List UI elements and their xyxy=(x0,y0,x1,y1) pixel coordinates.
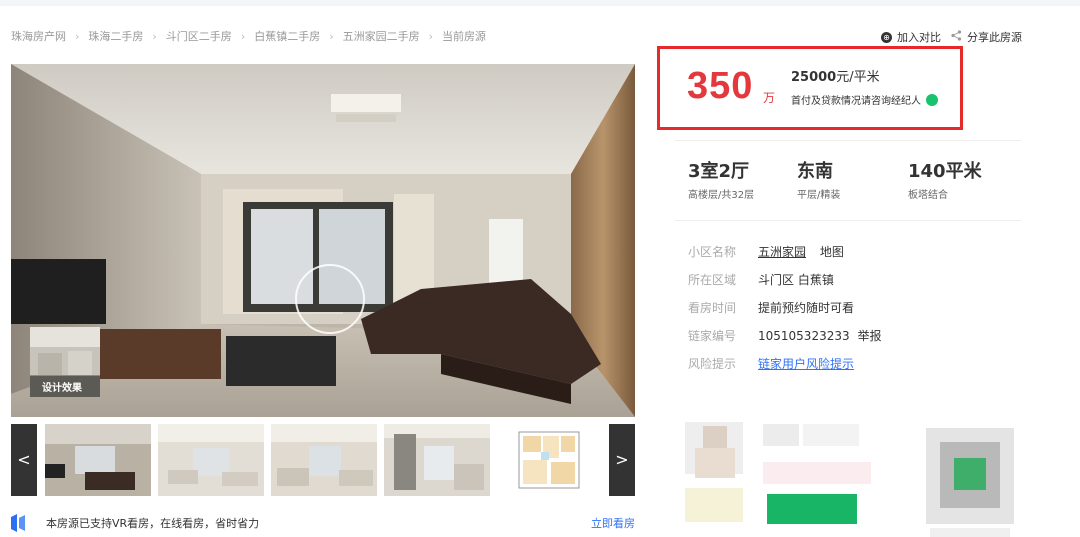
room-layout-sub: 高楼层/共32层 xyxy=(688,190,755,201)
compare-label: 加入对比 xyxy=(897,31,941,44)
room-orientation-sub: 平层/精装 xyxy=(797,190,841,201)
community-link[interactable]: 五洲家园 xyxy=(758,245,806,259)
map-link[interactable]: 地图 xyxy=(820,245,844,259)
listing-code: 105105323233 xyxy=(758,329,850,343)
detail-community: 小区名称 五洲家园 地图 xyxy=(688,243,844,260)
room-layout: 3室2厅 高楼层/共32层 xyxy=(688,157,754,201)
detail-label: 小区名称 xyxy=(688,245,737,259)
detail-label: 看房时间 xyxy=(688,301,737,315)
thumbnail[interactable] xyxy=(384,424,490,496)
top-bar xyxy=(0,0,1080,6)
vr-text: 本房源已支持VR看房，在线看房，省时省力 xyxy=(46,517,260,530)
share-icon xyxy=(951,30,962,44)
total-price-unit: 万 xyxy=(763,91,776,105)
price-box: 350 万 25000元/平米 首付及贷款情况请咨询经纪人 xyxy=(657,46,963,130)
price-note-text: 首付及贷款情况请咨询经纪人 xyxy=(791,96,921,107)
chat-icon[interactable] xyxy=(926,89,938,106)
room-layout-main: 3室2厅 xyxy=(688,161,750,182)
listing-actions: ⊕ 加入对比 分享此房源 xyxy=(871,29,1022,45)
price-note: 首付及贷款情况请咨询经纪人 xyxy=(791,89,938,107)
risk-link[interactable]: 链家用户风险提示 xyxy=(758,355,854,372)
chevron-right-icon: › xyxy=(240,29,246,43)
detail-value: 105105323233 举报 xyxy=(758,327,881,344)
vr-entry-icon[interactable] xyxy=(295,264,365,334)
vr-icon xyxy=(11,514,27,532)
breadcrumb: 珠海房产网 › 珠海二手房 › 斗门区二手房 › 白蕉镇二手房 › 五洲家园二手房 › 当… xyxy=(11,28,486,44)
agent-card-blurred[interactable] xyxy=(681,418,873,537)
compare-icon: ⊕ xyxy=(881,31,892,43)
breadcrumb-item[interactable]: 白蕉镇二手房 xyxy=(254,28,320,44)
chevron-right-icon: › xyxy=(428,29,434,43)
detail-area: 所在区域 斗门区 白蕉镇 xyxy=(688,271,834,288)
total-price: 350 xyxy=(687,65,754,107)
next-button[interactable]: > xyxy=(609,424,635,496)
room-area-sub: 板塔结合 xyxy=(908,190,948,201)
breadcrumb-item[interactable]: 珠海房产网 xyxy=(11,28,66,44)
thumbnail[interactable] xyxy=(158,424,264,496)
main-photo[interactable] xyxy=(11,64,635,417)
chevron-right-icon: › xyxy=(152,29,157,43)
room-area: 140平米 板塔结合 xyxy=(908,157,982,201)
compare-button[interactable]: ⊕ 加入对比 xyxy=(881,29,941,45)
floorplan-thumbnail[interactable] xyxy=(497,424,603,496)
breadcrumb-item[interactable]: 珠海二手房 xyxy=(88,28,143,44)
detail-label: 所在区域 xyxy=(688,273,737,287)
thumbnail-strip: < > xyxy=(11,424,635,496)
report-link[interactable]: 举报 xyxy=(857,329,881,343)
detail-risk: 风险提示 链家用户风险提示 xyxy=(688,355,854,372)
thumbnail[interactable] xyxy=(45,424,151,496)
chevron-right-icon: › xyxy=(75,29,80,43)
vr-bar: 本房源已支持VR看房，在线看房，省时省力 立即看房 xyxy=(11,512,635,534)
thumbnail[interactable] xyxy=(271,424,377,496)
design-effect-button[interactable]: 设计效果 xyxy=(30,327,100,397)
qr-code-blurred xyxy=(920,424,1018,537)
divider xyxy=(675,220,1021,221)
divider xyxy=(675,140,1021,141)
detail-label: 风险提示 xyxy=(688,357,737,371)
chevron-right-icon: › xyxy=(329,29,334,43)
detail-value[interactable]: 斗门区 白蕉镇 xyxy=(758,271,834,288)
unit-price-number: 25000 xyxy=(791,70,837,85)
breadcrumb-item[interactable]: 五洲家园二手房 xyxy=(343,28,420,44)
room-orientation-main: 东南 xyxy=(797,161,833,182)
room-orientation: 东南 平层/精装 xyxy=(797,157,840,201)
unit-price-unit: 元/平米 xyxy=(836,70,880,85)
share-button[interactable]: 分享此房源 xyxy=(951,29,1022,45)
detail-value: 提前预约随时可看 xyxy=(758,301,855,315)
vr-view-link[interactable]: 立即看房 xyxy=(591,515,635,531)
breadcrumb-item[interactable]: 斗门区二手房 xyxy=(166,28,232,44)
unit-price: 25000元/平米 xyxy=(791,66,880,85)
detail-label: 链家编号 xyxy=(688,329,737,343)
detail-value: 五洲家园 地图 xyxy=(758,243,844,260)
detail-visit: 看房时间 提前预约随时可看 xyxy=(688,299,854,316)
prev-button[interactable]: < xyxy=(11,424,37,496)
room-area-main: 140平米 xyxy=(908,161,982,182)
detail-code: 链家编号 105105323233 举报 xyxy=(688,327,881,344)
design-effect-label: 设计效果 xyxy=(30,376,100,397)
breadcrumb-current: 当前房源 xyxy=(442,30,487,43)
share-label: 分享此房源 xyxy=(967,31,1022,44)
